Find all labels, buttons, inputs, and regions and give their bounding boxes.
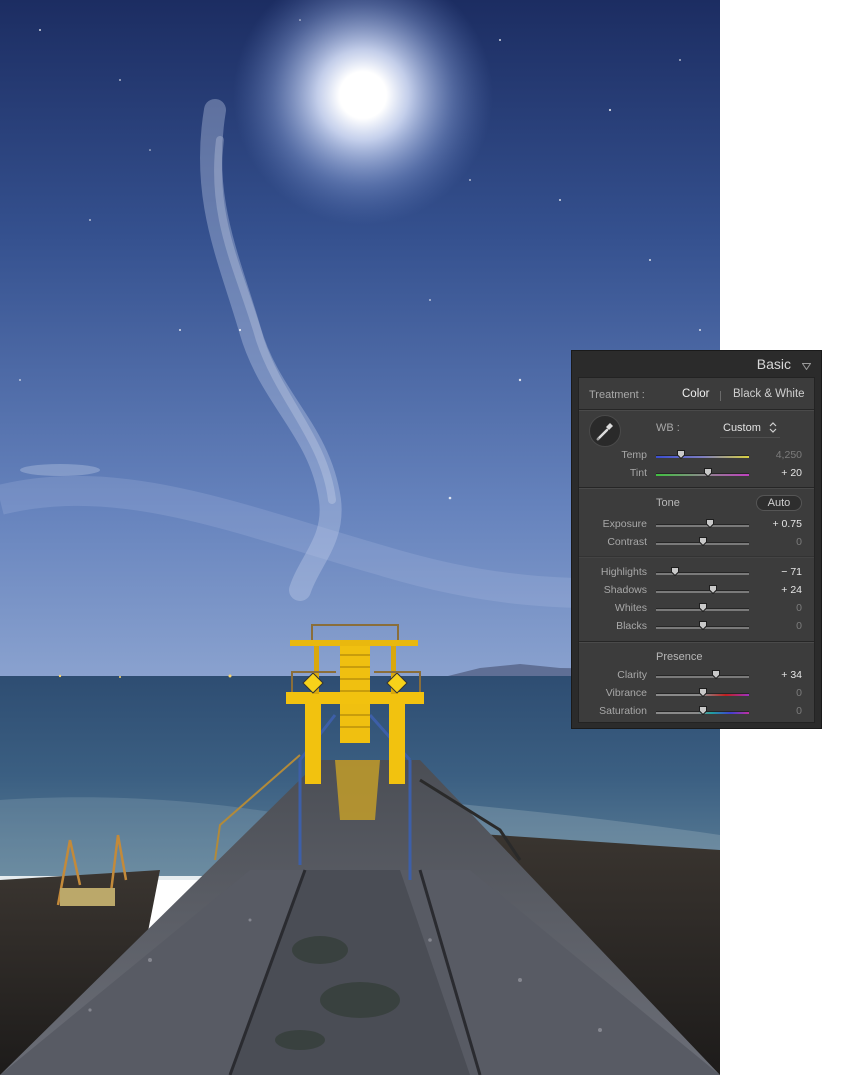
exposure-slider-row: Exposure + 0.75 xyxy=(579,517,814,533)
shadows-slider-knob-icon[interactable] xyxy=(708,585,717,594)
saturation-slider-row: Saturation 0 xyxy=(579,704,814,720)
blacks-slider-row: Blacks 0 xyxy=(579,619,814,635)
blacks-slider-knob-icon[interactable] xyxy=(698,621,707,630)
tint-value[interactable]: + 20 xyxy=(781,467,802,479)
exposure-value[interactable]: + 0.75 xyxy=(773,518,803,530)
exposure-label: Exposure xyxy=(602,518,647,530)
saturation-value[interactable]: 0 xyxy=(796,705,802,717)
whites-slider-knob-icon[interactable] xyxy=(698,603,707,612)
vibrance-label: Vibrance xyxy=(605,687,647,699)
clarity-slider-knob-icon[interactable] xyxy=(711,670,720,679)
highlights-slider-row: Highlights − 71 xyxy=(579,565,814,581)
panel-body: Treatment : Color Black & White WB : Cus… xyxy=(578,377,815,723)
clarity-slider-row: Clarity + 34 xyxy=(579,668,814,684)
highlights-slider[interactable] xyxy=(656,567,749,576)
whites-slider-row: Whites 0 xyxy=(579,601,814,617)
presence-section-title: Presence xyxy=(656,651,703,663)
section-divider xyxy=(579,409,814,411)
exposure-slider[interactable] xyxy=(656,519,749,528)
shadows-slider-row: Shadows + 24 xyxy=(579,583,814,599)
whites-value[interactable]: 0 xyxy=(796,602,802,614)
section-divider xyxy=(579,641,814,643)
clarity-slider[interactable] xyxy=(656,670,749,679)
temp-value[interactable]: 4,250 xyxy=(776,449,802,461)
shadows-value[interactable]: + 24 xyxy=(781,584,802,596)
tone-section-title: Tone xyxy=(656,497,680,509)
highlights-label: Highlights xyxy=(600,566,647,578)
temp-slider[interactable] xyxy=(656,450,749,459)
wb-underline xyxy=(720,437,780,438)
updown-arrows-icon[interactable] xyxy=(769,422,777,433)
contrast-value[interactable]: 0 xyxy=(796,536,802,548)
tint-label: Tint xyxy=(629,467,647,479)
blacks-label: Blacks xyxy=(616,620,647,632)
temp-label: Temp xyxy=(621,449,647,461)
wb-label: WB : xyxy=(656,422,680,434)
temp-slider-row: Temp 4,250 xyxy=(579,448,814,464)
white-balance-selector[interactable] xyxy=(589,415,621,447)
highlights-slider-knob-icon[interactable] xyxy=(670,567,679,576)
clarity-value[interactable]: + 34 xyxy=(781,669,802,681)
exposure-slider-knob-icon[interactable] xyxy=(705,519,714,528)
blacks-value[interactable]: 0 xyxy=(796,620,802,632)
whites-slider[interactable] xyxy=(656,603,749,612)
shadows-label: Shadows xyxy=(603,584,647,596)
saturation-slider[interactable] xyxy=(656,706,749,715)
panel-title: Basic xyxy=(756,356,791,372)
vibrance-slider-knob-icon[interactable] xyxy=(698,688,707,697)
section-divider xyxy=(579,556,814,558)
auto-tone-button[interactable]: Auto xyxy=(756,495,802,511)
shadows-slider[interactable] xyxy=(656,585,749,594)
section-divider xyxy=(579,487,814,489)
wb-preset-select[interactable]: Custom xyxy=(723,422,761,434)
tint-slider-knob-icon[interactable] xyxy=(704,468,713,477)
clarity-label: Clarity xyxy=(617,669,647,681)
tint-slider-row: Tint + 20 xyxy=(579,466,814,482)
vibrance-slider-row: Vibrance 0 xyxy=(579,686,814,702)
contrast-slider[interactable] xyxy=(656,537,749,546)
treatment-color-option[interactable]: Color xyxy=(682,388,709,400)
treatment-label: Treatment : xyxy=(589,389,645,401)
tint-slider[interactable] xyxy=(656,468,749,477)
contrast-slider-row: Contrast 0 xyxy=(579,535,814,551)
treatment-divider xyxy=(720,391,721,401)
highlights-value[interactable]: − 71 xyxy=(781,566,802,578)
saturation-slider-knob-icon[interactable] xyxy=(698,706,707,715)
treatment-black-white-option[interactable]: Black & White xyxy=(733,388,805,400)
blacks-slider[interactable] xyxy=(656,621,749,630)
temp-slider-knob-icon[interactable] xyxy=(677,450,686,459)
vibrance-slider[interactable] xyxy=(656,688,749,697)
collapse-triangle-icon[interactable] xyxy=(801,361,812,371)
eyedropper-icon xyxy=(596,423,613,441)
develop-basic-panel: Basic Treatment : Color Black & White WB… xyxy=(571,350,822,729)
vibrance-value[interactable]: 0 xyxy=(796,687,802,699)
contrast-label: Contrast xyxy=(607,536,647,548)
contrast-slider-knob-icon[interactable] xyxy=(698,537,707,546)
saturation-label: Saturation xyxy=(599,705,647,717)
panel-header[interactable]: Basic xyxy=(572,351,821,377)
whites-label: Whites xyxy=(614,602,647,614)
